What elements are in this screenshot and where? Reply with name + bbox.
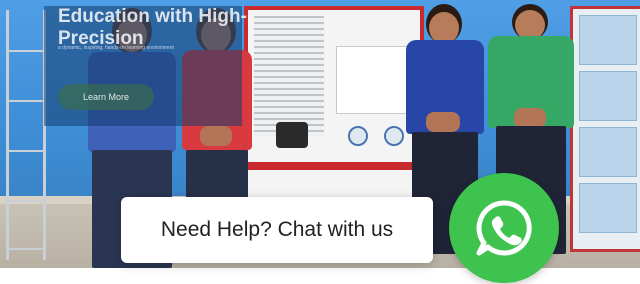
whatsapp-chat-button[interactable] — [449, 173, 559, 283]
chat-help-button[interactable]: Need Help? Chat with us — [121, 197, 433, 263]
control-panel — [336, 46, 414, 114]
trainer-table-top — [244, 162, 416, 170]
hero-subtitle: a dynamic, inspiring, hands-on learning … — [58, 45, 174, 51]
left-rack — [6, 10, 46, 260]
whatsapp-icon — [476, 200, 532, 256]
right-display-rack — [570, 6, 640, 252]
pressure-gauge-left — [348, 126, 368, 146]
compressor — [276, 122, 308, 148]
pressure-gauge-right — [384, 126, 404, 146]
learn-more-button[interactable]: Learn More — [58, 84, 154, 110]
